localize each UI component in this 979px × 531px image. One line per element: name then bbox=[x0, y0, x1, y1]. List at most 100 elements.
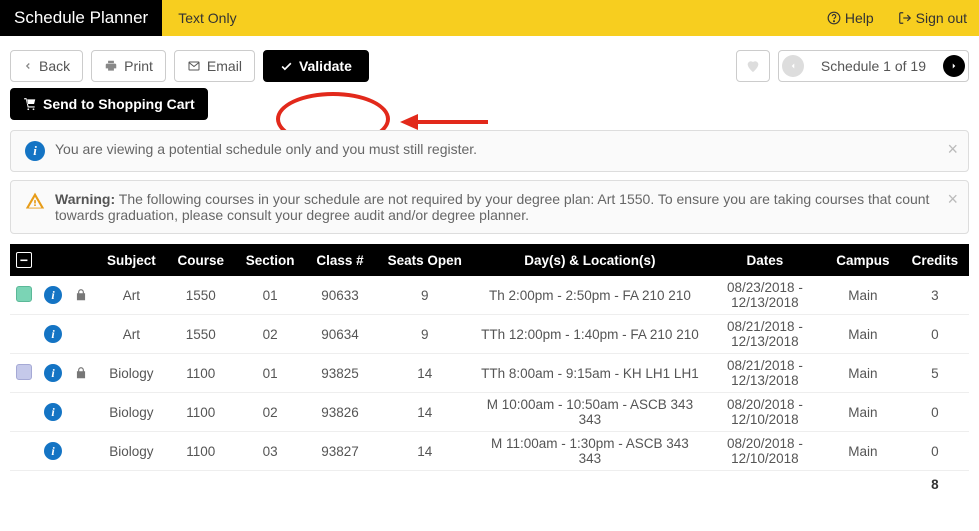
schedule-counter: Schedule 1 of 19 bbox=[807, 58, 940, 74]
sign-out-icon bbox=[898, 11, 912, 25]
email-label: Email bbox=[207, 58, 242, 74]
cell-course: 1100 bbox=[167, 354, 235, 393]
cell-subject: Art bbox=[96, 276, 167, 315]
toolbar: Back Print Email Validate bbox=[10, 50, 969, 82]
collapse-icon: − bbox=[16, 252, 32, 268]
info-icon[interactable]: i bbox=[44, 364, 62, 382]
arrow-left-icon bbox=[782, 55, 804, 77]
col-section: Section bbox=[235, 244, 306, 276]
cell-seats: 14 bbox=[375, 393, 475, 432]
cell-credits: 0 bbox=[901, 393, 969, 432]
lock-icon[interactable] bbox=[74, 366, 90, 380]
cell-campus: Main bbox=[825, 393, 901, 432]
back-button[interactable]: Back bbox=[10, 50, 83, 82]
info-icon: i bbox=[25, 141, 45, 161]
cell-credits: 0 bbox=[901, 315, 969, 354]
print-label: Print bbox=[124, 58, 153, 74]
validate-label: Validate bbox=[299, 58, 352, 74]
table-row: iBiology1100029382614M 10:00am - 10:50am… bbox=[10, 393, 969, 432]
schedule-navigator: Schedule 1 of 19 bbox=[778, 50, 969, 82]
text-only-link[interactable]: Text Only bbox=[162, 0, 252, 36]
help-icon bbox=[827, 11, 841, 25]
info-icon[interactable]: i bbox=[44, 403, 62, 421]
info-icon[interactable]: i bbox=[44, 442, 62, 460]
cell-seats: 9 bbox=[375, 315, 475, 354]
sign-out-link[interactable]: Sign out bbox=[886, 0, 979, 36]
cell-dates: 08/21/2018 - 12/13/2018 bbox=[705, 315, 825, 354]
cell-class-no: 93826 bbox=[306, 393, 375, 432]
info-alert-text: You are viewing a potential schedule onl… bbox=[55, 141, 477, 157]
cell-course: 1100 bbox=[167, 432, 235, 471]
warning-label: Warning: bbox=[55, 191, 115, 207]
cell-seats: 14 bbox=[375, 354, 475, 393]
annotation-arrow bbox=[400, 112, 490, 132]
cell-credits: 3 bbox=[901, 276, 969, 315]
cell-section: 01 bbox=[235, 276, 306, 315]
cell-class-no: 90633 bbox=[306, 276, 375, 315]
validate-button[interactable]: Validate bbox=[263, 50, 369, 82]
cell-course: 1100 bbox=[167, 393, 235, 432]
total-credits: 8 bbox=[901, 471, 969, 499]
cell-campus: Main bbox=[825, 276, 901, 315]
cell-credits: 5 bbox=[901, 354, 969, 393]
warning-icon bbox=[25, 191, 45, 211]
cell-section: 02 bbox=[235, 393, 306, 432]
app-header: Schedule Planner Text Only Help Sign out bbox=[0, 0, 979, 36]
email-button[interactable]: Email bbox=[174, 50, 255, 82]
app-brand: Schedule Planner bbox=[0, 0, 162, 36]
col-campus: Campus bbox=[825, 244, 901, 276]
arrow-right-icon bbox=[943, 55, 965, 77]
cell-seats: 14 bbox=[375, 432, 475, 471]
chevron-left-icon bbox=[23, 60, 33, 72]
cell-subject: Biology bbox=[96, 354, 167, 393]
cell-days: M 11:00am - 1:30pm - ASCB 343 343 bbox=[475, 432, 705, 471]
cell-class-no: 93825 bbox=[306, 354, 375, 393]
col-days: Day(s) & Location(s) bbox=[475, 244, 705, 276]
table-row: iBiology1100039382714M 11:00am - 1:30pm … bbox=[10, 432, 969, 471]
col-course: Course bbox=[167, 244, 235, 276]
close-icon[interactable]: × bbox=[947, 189, 958, 210]
cell-dates: 08/20/2018 - 12/10/2018 bbox=[705, 432, 825, 471]
info-alert: i You are viewing a potential schedule o… bbox=[10, 130, 969, 172]
col-class-no: Class # bbox=[306, 244, 375, 276]
check-icon bbox=[280, 60, 293, 73]
close-icon[interactable]: × bbox=[947, 139, 958, 160]
cell-campus: Main bbox=[825, 315, 901, 354]
info-icon[interactable]: i bbox=[44, 325, 62, 343]
table-row: iArt155002906349TTh 12:00pm - 1:40pm - F… bbox=[10, 315, 969, 354]
cell-section: 03 bbox=[235, 432, 306, 471]
help-link[interactable]: Help bbox=[815, 0, 886, 36]
cell-subject: Art bbox=[96, 315, 167, 354]
cell-dates: 08/20/2018 - 12/10/2018 bbox=[705, 393, 825, 432]
print-icon bbox=[104, 59, 118, 73]
favorite-button[interactable] bbox=[736, 50, 770, 82]
cell-days: TTh 12:00pm - 1:40pm - FA 210 210 bbox=[475, 315, 705, 354]
warning-body: The following courses in your schedule a… bbox=[55, 191, 929, 223]
col-dates: Dates bbox=[705, 244, 825, 276]
schedule-prev-button[interactable] bbox=[779, 51, 807, 81]
info-icon[interactable]: i bbox=[44, 286, 62, 304]
cell-days: Th 2:00pm - 2:50pm - FA 210 210 bbox=[475, 276, 705, 315]
collapse-all-header[interactable]: − bbox=[10, 244, 38, 276]
cell-days: TTh 8:00am - 9:15am - KH LH1 LH1 bbox=[475, 354, 705, 393]
cell-dates: 08/23/2018 - 12/13/2018 bbox=[705, 276, 825, 315]
cell-credits: 0 bbox=[901, 432, 969, 471]
schedule-table: − Subject Course Section Class # Seats O… bbox=[10, 244, 969, 498]
print-button[interactable]: Print bbox=[91, 50, 166, 82]
back-label: Back bbox=[39, 58, 70, 74]
cell-section: 01 bbox=[235, 354, 306, 393]
col-subject: Subject bbox=[96, 244, 167, 276]
cell-dates: 08/21/2018 - 12/13/2018 bbox=[705, 354, 825, 393]
send-to-cart-button[interactable]: Send to Shopping Cart bbox=[10, 88, 208, 120]
cell-section: 02 bbox=[235, 315, 306, 354]
color-swatch bbox=[16, 364, 32, 380]
cell-campus: Main bbox=[825, 354, 901, 393]
sign-out-label: Sign out bbox=[916, 10, 967, 26]
cell-class-no: 93827 bbox=[306, 432, 375, 471]
cell-seats: 9 bbox=[375, 276, 475, 315]
lock-icon[interactable] bbox=[74, 288, 90, 302]
color-swatch bbox=[16, 286, 32, 302]
email-icon bbox=[187, 60, 201, 72]
cell-class-no: 90634 bbox=[306, 315, 375, 354]
schedule-next-button[interactable] bbox=[940, 51, 968, 81]
